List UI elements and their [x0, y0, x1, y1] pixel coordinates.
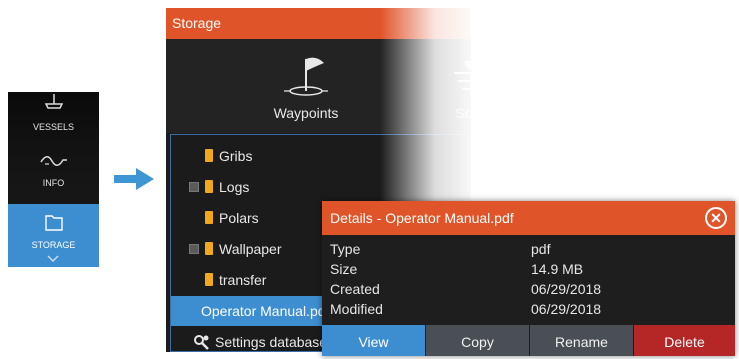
file-name: Gribs: [219, 148, 253, 164]
details-actions: View Copy Rename Delete: [322, 325, 735, 356]
sonar-icon: [454, 61, 471, 90]
view-button[interactable]: View: [322, 325, 425, 356]
details-body: Type pdf Size 14.9 MB Created 06/29/2018…: [322, 239, 735, 323]
quick-item-label: Waypoints: [273, 105, 339, 121]
details-row-size: Size 14.9 MB: [330, 261, 730, 281]
delete-button[interactable]: Delete: [634, 325, 735, 356]
file-name: Logs: [219, 179, 250, 195]
details-key: Created: [330, 281, 380, 297]
expand-icon[interactable]: [189, 244, 199, 254]
file-name: Operator Manual.pdf: [201, 303, 330, 319]
chevron-down-icon: [47, 255, 59, 262]
details-row-created: Created 06/29/2018: [330, 281, 730, 301]
waveform-icon: [39, 156, 67, 166]
details-row-type: Type pdf: [330, 241, 730, 261]
folder-icon: [44, 215, 63, 231]
arrow-right-icon: [114, 168, 154, 190]
details-key: Size: [330, 261, 358, 277]
details-title: Details - Operator Manual.pdf: [322, 201, 735, 235]
folder-icon: [205, 149, 213, 162]
copy-button[interactable]: Copy: [426, 325, 529, 356]
side-item-vessels[interactable]: VESSELS: [8, 92, 99, 144]
close-icon[interactable]: ✕: [705, 207, 727, 229]
storage-title: Storage: [166, 8, 471, 39]
expand-icon[interactable]: [189, 182, 199, 192]
storage-quick-panel: Waypoints Sonar: [166, 39, 471, 133]
rename-button[interactable]: Rename: [530, 325, 633, 356]
file-row-gribs[interactable]: Gribs: [171, 141, 471, 171]
file-row-logs[interactable]: Logs: [171, 172, 471, 202]
file-name: transfer: [219, 272, 267, 288]
file-name: Polars: [219, 210, 259, 226]
waypoint-flag-icon: [284, 57, 328, 96]
details-row-modified: Modified 06/29/2018: [330, 301, 730, 321]
side-item-label: STORAGE: [31, 240, 76, 250]
details-key: Modified: [330, 301, 383, 317]
quick-item-label: Sonar: [455, 105, 471, 121]
folder-icon: [205, 180, 213, 193]
file-name: Wallpaper: [219, 241, 282, 257]
side-menu: VESSELS INFO STORAGE: [8, 92, 99, 267]
folder-icon: [205, 211, 213, 224]
details-value: 06/29/2018: [531, 281, 602, 297]
side-item-info[interactable]: INFO: [8, 150, 99, 198]
details-key: Type: [330, 241, 361, 257]
side-item-label: VESSELS: [32, 122, 75, 132]
details-value: 06/29/2018: [531, 301, 602, 317]
details-dialog: Details - Operator Manual.pdf ✕ Type pdf…: [322, 201, 735, 356]
file-name: Settings database: [215, 334, 328, 350]
details-value: pdf: [531, 241, 551, 257]
settings-database-icon: [194, 335, 209, 350]
side-item-label: INFO: [42, 178, 65, 188]
folder-icon: [205, 242, 213, 255]
folder-icon: [205, 273, 213, 286]
details-value: 14.9 MB: [531, 261, 584, 277]
vessel-icon: [44, 94, 63, 109]
